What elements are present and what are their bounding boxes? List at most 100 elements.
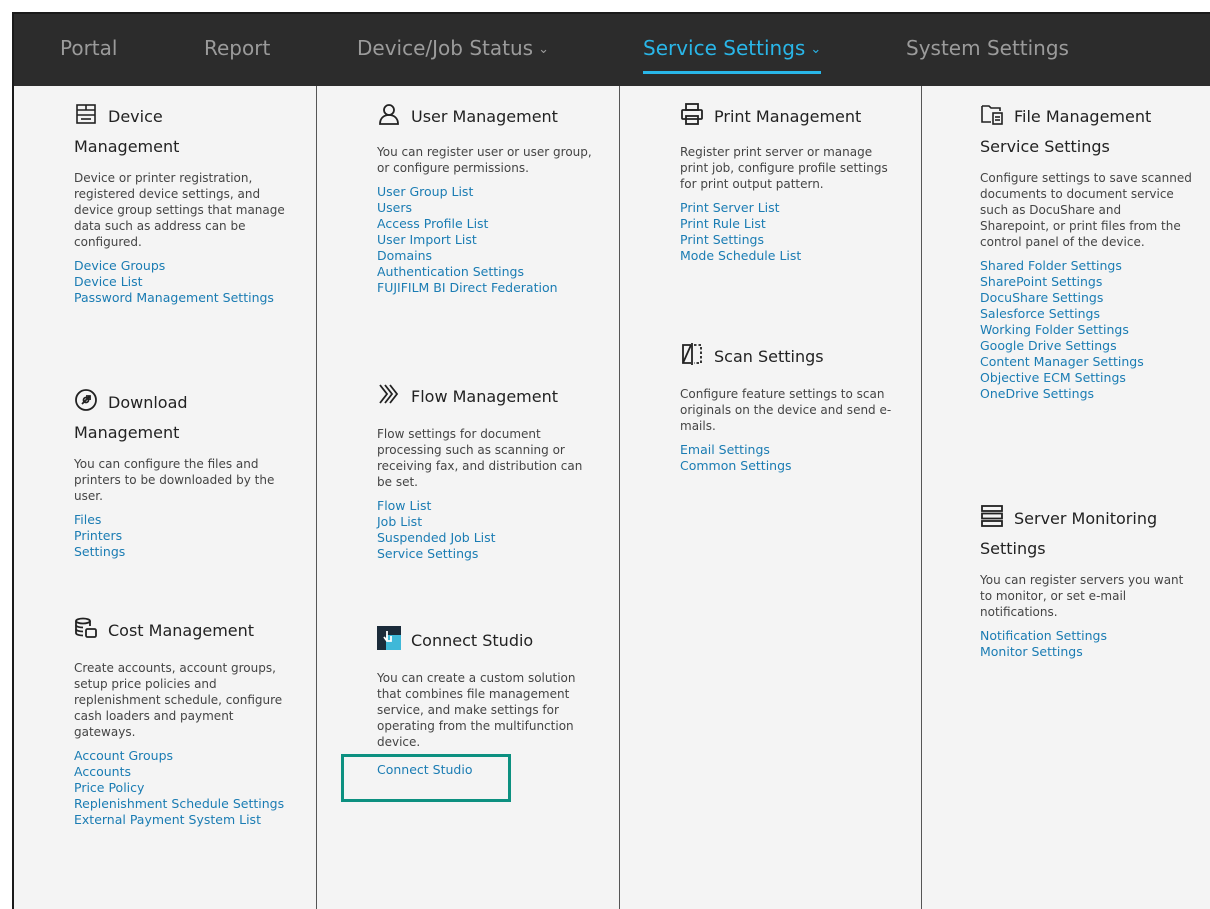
server-monitoring-title-line2: Settings bbox=[980, 539, 1046, 558]
file-management-title: File Management bbox=[1014, 107, 1152, 126]
app-frame: Portal Report Device/Job Status ⌄ Service… bbox=[12, 12, 1210, 909]
link-docushare-settings[interactable]: DocuShare Settings bbox=[980, 290, 1192, 306]
link-access-profile-list[interactable]: Access Profile List bbox=[377, 216, 599, 232]
printer-device-icon bbox=[76, 104, 96, 124]
link-account-groups[interactable]: Account Groups bbox=[74, 748, 296, 764]
device-management-title: Device bbox=[108, 107, 163, 126]
download-management-description: You can configure the files and printers… bbox=[74, 457, 275, 503]
nav-service-settings[interactable]: Service Settings ⌄ bbox=[643, 36, 822, 74]
connect-studio-header: Connect Studio bbox=[377, 626, 599, 656]
link-salesforce-settings[interactable]: Salesforce Settings bbox=[980, 306, 1192, 322]
download-management-links: Files Printers Settings bbox=[74, 512, 294, 560]
print-management-title: Print Management bbox=[714, 107, 862, 126]
link-external-payment-system-list[interactable]: External Payment System List bbox=[74, 812, 296, 828]
link-mode-schedule-list[interactable]: Mode Schedule List bbox=[680, 248, 902, 264]
link-working-folder-settings[interactable]: Working Folder Settings bbox=[980, 322, 1192, 338]
user-icon bbox=[379, 104, 399, 125]
user-management-title: User Management bbox=[411, 107, 558, 126]
server-monitoring-description: You can register servers you want to mon… bbox=[980, 573, 1184, 619]
print-management-header: Print Management bbox=[680, 102, 902, 132]
link-printers[interactable]: Printers bbox=[74, 528, 294, 544]
link-suspended-job-list[interactable]: Suspended Job List bbox=[377, 530, 599, 546]
link-accounts[interactable]: Accounts bbox=[74, 764, 296, 780]
link-authentication-settings[interactable]: Authentication Settings bbox=[377, 264, 599, 280]
column-1: Device Management Device or printer regi… bbox=[14, 86, 317, 909]
link-fujifilm-bi-direct-federation[interactable]: FUJIFILM BI Direct Federation bbox=[377, 280, 599, 296]
scan-settings-description: Configure feature settings to scan origi… bbox=[680, 387, 892, 433]
server-monitoring-title: Server Monitoring bbox=[1014, 509, 1158, 528]
database-coins-icon bbox=[75, 617, 97, 638]
user-management-section: User Management You can register user or… bbox=[377, 102, 599, 296]
scan-settings-links: Email Settings Common Settings bbox=[680, 442, 902, 474]
file-folder-icon bbox=[981, 105, 1003, 125]
link-password-management-settings[interactable]: Password Management Settings bbox=[74, 290, 294, 306]
link-replenishment-schedule-settings[interactable]: Replenishment Schedule Settings bbox=[74, 796, 296, 812]
file-management-description: Configure settings to save scanned docum… bbox=[980, 171, 1192, 249]
link-users[interactable]: Users bbox=[377, 200, 599, 216]
nav-portal[interactable]: Portal bbox=[60, 36, 117, 60]
server-monitoring-section: Server Monitoring Settings You can regis… bbox=[980, 504, 1192, 660]
device-management-section: Device Management Device or printer regi… bbox=[74, 102, 294, 306]
flow-management-title: Flow Management bbox=[411, 387, 559, 406]
column-4: File Management Service Settings Configu… bbox=[922, 86, 1210, 909]
link-content-manager-settings[interactable]: Content Manager Settings bbox=[980, 354, 1192, 370]
device-management-description: Device or printer registration, register… bbox=[74, 171, 285, 249]
print-management-links: Print Server List Print Rule List Print … bbox=[680, 200, 902, 264]
link-user-import-list[interactable]: User Import List bbox=[377, 232, 599, 248]
link-onedrive-settings[interactable]: OneDrive Settings bbox=[980, 386, 1192, 402]
link-print-settings[interactable]: Print Settings bbox=[680, 232, 902, 248]
link-common-settings[interactable]: Common Settings bbox=[680, 458, 902, 474]
connect-studio-app-icon bbox=[377, 626, 401, 650]
file-management-title-line2: Service Settings bbox=[980, 137, 1110, 156]
link-device-list[interactable]: Device List bbox=[74, 274, 294, 290]
link-flow-list[interactable]: Flow List bbox=[377, 498, 599, 514]
link-email-settings[interactable]: Email Settings bbox=[680, 442, 902, 458]
top-navigation: Portal Report Device/Job Status ⌄ Service… bbox=[14, 14, 1210, 86]
chevron-down-icon: ⌄ bbox=[810, 42, 822, 57]
link-print-server-list[interactable]: Print Server List bbox=[680, 200, 902, 216]
server-monitoring-header: Server Monitoring bbox=[980, 504, 1192, 534]
server-monitoring-links: Notification Settings Monitor Settings bbox=[980, 628, 1192, 660]
nav-report[interactable]: Report bbox=[204, 36, 270, 60]
file-management-links: Shared Folder Settings SharePoint Settin… bbox=[980, 258, 1192, 402]
link-notification-settings[interactable]: Notification Settings bbox=[980, 628, 1192, 644]
link-objective-ecm-settings[interactable]: Objective ECM Settings bbox=[980, 370, 1192, 386]
link-google-drive-settings[interactable]: Google Drive Settings bbox=[980, 338, 1192, 354]
link-job-list[interactable]: Job List bbox=[377, 514, 599, 530]
user-management-description: You can register user or user group, or … bbox=[377, 145, 592, 175]
file-management-section: File Management Service Settings Configu… bbox=[980, 102, 1192, 402]
link-user-group-list[interactable]: User Group List bbox=[377, 184, 599, 200]
column-3: Print Management Register print server o… bbox=[620, 86, 922, 909]
nav-system-settings[interactable]: System Settings bbox=[906, 36, 1069, 60]
link-files[interactable]: Files bbox=[74, 512, 294, 528]
printer-icon bbox=[681, 103, 703, 125]
download-management-title: Download bbox=[108, 393, 188, 412]
link-sharepoint-settings[interactable]: SharePoint Settings bbox=[980, 274, 1192, 290]
link-monitor-settings[interactable]: Monitor Settings bbox=[980, 644, 1192, 660]
link-device-groups[interactable]: Device Groups bbox=[74, 258, 294, 274]
file-management-header: File Management bbox=[980, 102, 1192, 132]
device-management-links: Device Groups Device List Password Manag… bbox=[74, 258, 294, 306]
download-management-section: Download Management You can configure th… bbox=[74, 388, 294, 560]
disc-download-icon bbox=[75, 389, 97, 411]
cost-management-description: Create accounts, account groups, setup p… bbox=[74, 661, 283, 739]
server-icon bbox=[981, 505, 1003, 527]
link-shared-folder-settings[interactable]: Shared Folder Settings bbox=[980, 258, 1192, 274]
flow-arrows-icon bbox=[379, 384, 399, 404]
link-domains[interactable]: Domains bbox=[377, 248, 599, 264]
flow-management-header: Flow Management bbox=[377, 382, 599, 412]
print-management-section: Print Management Register print server o… bbox=[680, 102, 902, 264]
user-management-header: User Management bbox=[377, 102, 599, 132]
nav-device-job-status[interactable]: Device/Job Status ⌄ bbox=[357, 36, 549, 60]
link-settings[interactable]: Settings bbox=[74, 544, 294, 560]
flow-management-section: Flow Management Flow settings for docume… bbox=[377, 382, 599, 562]
print-management-description: Register print server or manage print jo… bbox=[680, 145, 888, 191]
link-print-rule-list[interactable]: Print Rule List bbox=[680, 216, 902, 232]
cost-management-section: Cost Management Create accounts, account… bbox=[74, 616, 296, 828]
device-management-header: Device bbox=[74, 102, 294, 132]
connect-studio-highlight-box bbox=[341, 754, 511, 802]
connect-studio-title: Connect Studio bbox=[411, 631, 534, 650]
link-price-policy[interactable]: Price Policy bbox=[74, 780, 296, 796]
link-service-settings[interactable]: Service Settings bbox=[377, 546, 599, 562]
download-management-header: Download bbox=[74, 388, 294, 418]
